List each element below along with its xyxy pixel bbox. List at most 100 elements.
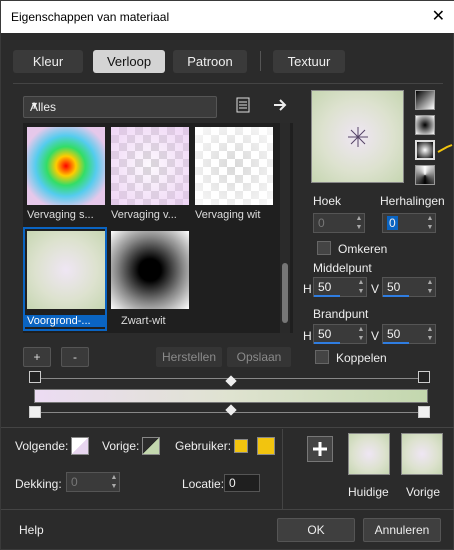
focus-h-bar (314, 342, 340, 344)
user-label: Gebruiker: (175, 439, 232, 453)
focus-h-label: H (303, 329, 312, 343)
scrollbar-thumb[interactable] (282, 263, 288, 323)
arrow-right-icon[interactable] (271, 97, 289, 115)
gradient-thumbnail[interactable] (195, 127, 273, 205)
opacity-value: 0 (71, 475, 78, 489)
save-button[interactable]: Opslaan (227, 347, 291, 367)
invert-label: Omkeren (338, 242, 388, 256)
help-link[interactable]: Help (19, 523, 44, 537)
reset-button[interactable]: Herstellen (156, 347, 222, 367)
color-stop-left[interactable] (29, 406, 41, 418)
gradient-thumbnail[interactable] (27, 127, 105, 205)
linear-style-icon[interactable] (415, 90, 435, 110)
opacity-stop-right[interactable] (418, 371, 430, 383)
radial-style-icon[interactable] (415, 140, 435, 160)
gradient-thumbnail[interactable] (111, 231, 189, 309)
gradient-gallery: Vervaging s... Vervaging v... Vervaging … (23, 123, 293, 333)
focus-h-input[interactable]: 50 ▲ ▼ (313, 324, 367, 344)
gradient-thumbnail[interactable] (27, 231, 105, 309)
title-bar: Eigenschappen van materiaal ✕ (1, 1, 454, 33)
gradient-thumbnail[interactable] (111, 127, 189, 205)
tab-patroon[interactable]: Patroon (173, 50, 247, 73)
location-input[interactable]: 0 (224, 474, 260, 492)
repeats-input[interactable]: 0 ▲ ▼ (382, 213, 436, 233)
repeats-label: Herhalingen (380, 194, 445, 208)
link-checkbox[interactable] (315, 350, 329, 364)
angle-value: 0 (318, 216, 325, 230)
midpoint-h-value: 50 (318, 280, 332, 294)
footer-divider (1, 509, 454, 510)
close-icon[interactable]: ✕ (432, 6, 445, 26)
rectangular-style-icon[interactable] (415, 115, 435, 135)
midpoint-v-label: V (371, 282, 380, 296)
resource-manager-icon[interactable] (234, 97, 252, 115)
add-gradient-button[interactable]: + (23, 347, 51, 367)
color-stop-right[interactable] (418, 406, 430, 418)
add-to-gallery-button[interactable] (307, 436, 333, 462)
sunburst-style-icon[interactable] (415, 165, 435, 185)
invert-checkbox[interactable] (317, 241, 331, 255)
spin-arrows-icon[interactable]: ▲ ▼ (109, 473, 119, 491)
gallery-item-label: Zwart-wit (121, 315, 166, 327)
pointer-hand-icon (437, 143, 453, 153)
user-swatch-small[interactable] (234, 439, 248, 453)
focus-v-bar (383, 342, 409, 344)
prev-label: Vorige: (102, 439, 140, 453)
tab-textuur[interactable]: Textuur (273, 50, 345, 73)
section-divider (1, 427, 454, 428)
center-crosshair-icon (348, 127, 368, 147)
location-label: Locatie: (182, 477, 225, 491)
focus-v-label: V (371, 329, 380, 343)
remove-gradient-button[interactable]: - (61, 347, 89, 367)
tab-verloop[interactable]: Verloop (93, 50, 165, 73)
gradient-bar[interactable] (34, 389, 428, 403)
gallery-item-label: Vervaging s... (27, 209, 94, 221)
midpoint-v-input[interactable]: 50 ▲ ▼ (382, 277, 436, 297)
angle-label: Hoek (313, 194, 342, 208)
ok-button[interactable]: OK (277, 518, 355, 542)
focus-label: Brandpunt (313, 307, 369, 321)
user-swatch[interactable] (257, 437, 275, 455)
current-label: Huidige (348, 485, 389, 499)
next-label: Volgende: (15, 439, 69, 453)
gallery-item-label: Vervaging v... (111, 209, 177, 221)
spin-arrows-icon[interactable]: ▲ ▼ (356, 325, 366, 343)
midpoint-label: Middelpunt (313, 261, 372, 275)
current-material-swatch[interactable] (348, 433, 390, 475)
vertical-divider (282, 429, 283, 509)
gradient-preview[interactable] (311, 90, 404, 183)
midpoint-h-bar (314, 295, 340, 297)
spin-arrows-icon[interactable]: ▲ ▼ (354, 214, 364, 232)
tab-separator (260, 51, 261, 71)
spin-arrows-icon[interactable]: ▲ ▼ (425, 325, 435, 343)
material-properties-dialog: Eigenschappen van materiaal ✕ Kleur Verl… (0, 0, 454, 550)
chevron-down-icon: ▼ (30, 100, 39, 110)
gallery-item-label: Vervaging wit (195, 209, 261, 221)
opacity-input[interactable]: 0 ▲ ▼ (66, 472, 120, 492)
next-swatch[interactable] (71, 437, 89, 455)
tab-kleur[interactable]: Kleur (13, 50, 83, 73)
focus-v-input[interactable]: 50 ▲ ▼ (382, 324, 436, 344)
spin-arrows-icon[interactable]: ▲ ▼ (356, 278, 366, 296)
tab-divider (13, 83, 443, 84)
spin-arrows-icon[interactable]: ▲ ▼ (425, 214, 435, 232)
gallery-item-label: Voorgrond-... (25, 315, 105, 327)
color-midpoint-diamond[interactable] (225, 404, 237, 416)
previous-material-swatch[interactable] (401, 433, 443, 475)
gallery-scrollbar[interactable] (280, 123, 290, 333)
category-dropdown[interactable]: Alles ▼ (23, 96, 217, 118)
previous-label: Vorige (406, 485, 441, 499)
midpoint-v-value: 50 (387, 280, 401, 294)
focus-v-value: 50 (387, 327, 401, 341)
midpoint-h-label: H (303, 282, 312, 296)
midpoint-h-input[interactable]: 50 ▲ ▼ (313, 277, 367, 297)
focus-h-value: 50 (318, 327, 332, 341)
prev-swatch[interactable] (142, 437, 160, 455)
angle-input[interactable]: 0 ▲ ▼ (313, 213, 365, 233)
spin-arrows-icon[interactable]: ▲ ▼ (425, 278, 435, 296)
cancel-button[interactable]: Annuleren (363, 518, 441, 542)
opacity-label: Dekking: (15, 477, 62, 491)
opacity-stop-left[interactable] (29, 371, 41, 383)
repeats-value: 0 (387, 216, 398, 230)
link-label: Koppelen (336, 351, 387, 365)
